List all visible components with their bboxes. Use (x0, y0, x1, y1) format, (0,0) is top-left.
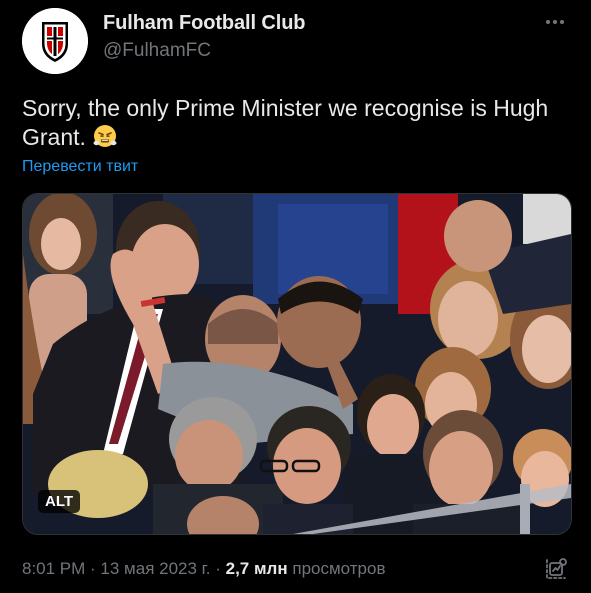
views-count: 2,7 млн (225, 559, 288, 578)
meta-separator-2: · (210, 559, 226, 578)
author-name[interactable]: Fulham Football Club (103, 12, 306, 35)
alt-text-badge[interactable]: ALT (38, 490, 81, 513)
author-avatar[interactable] (22, 8, 88, 74)
tweet-text: Sorry, the only Prime Minister we recogn… (22, 94, 572, 152)
stadium-crowd-photo (23, 194, 571, 534)
tweet-date[interactable]: 13 мая 2023 г. (100, 559, 210, 578)
tweet: Fulham Football Club @FulhamFC Sorry, th… (0, 0, 591, 593)
translate-tweet-link[interactable]: Перевести твит (22, 158, 138, 176)
analytics-button[interactable] (543, 556, 569, 582)
tweet-time[interactable]: 8:01 PM (22, 559, 85, 578)
tweet-meta: 8:01 PM · 13 мая 2023 г. · 2,7 млн просм… (22, 559, 385, 579)
analytics-icon (546, 558, 567, 579)
meta-separator: · (85, 559, 101, 578)
fulham-crest-icon (22, 8, 88, 74)
face-with-steam-emoji (93, 125, 117, 147)
views-label: просмотров (292, 559, 386, 578)
tweet-photo[interactable] (22, 193, 572, 535)
author-handle[interactable]: @FulhamFC (103, 40, 211, 62)
more-button[interactable] (540, 12, 570, 32)
more-dots-icon (546, 20, 550, 24)
